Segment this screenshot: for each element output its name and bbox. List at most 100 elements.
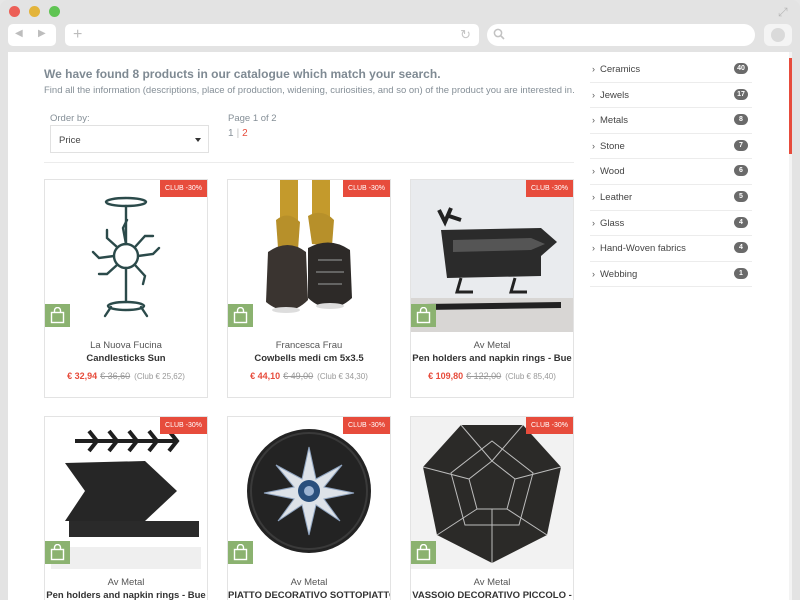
add-to-cart-button[interactable]: [228, 541, 253, 564]
results-heading: We have found 8 products in our catalogu…: [44, 67, 441, 81]
new-tab-icon[interactable]: +: [73, 26, 82, 44]
shopping-bag-icon: [233, 544, 248, 561]
add-to-cart-button[interactable]: [411, 304, 436, 327]
category-label: Webbing: [600, 268, 638, 280]
add-to-cart-button[interactable]: [45, 541, 70, 564]
club-discount-badge: CLUB -30%: [160, 180, 207, 197]
category-item-metals[interactable]: › Metals 8: [590, 108, 752, 134]
maximize-window-button[interactable]: [49, 6, 60, 17]
category-list: › Ceramics 40 › Jewels 17 › Metals 8 › Stone 7 ›…: [590, 57, 752, 288]
club-price: (Club € 25,62): [134, 372, 185, 381]
chevron-right-icon: ›: [592, 243, 595, 254]
product-name[interactable]: Candlesticks Sun: [45, 353, 207, 364]
category-count-badge: 1: [734, 267, 748, 279]
forward-button[interactable]: ▶: [38, 28, 46, 39]
product-maker: Av Metal: [473, 340, 511, 351]
product-name[interactable]: PIATTO DECORATIVO SOTTOPIATTO: [228, 590, 390, 600]
reload-icon[interactable]: ↻: [460, 27, 471, 43]
order-by-select[interactable]: Price: [50, 125, 209, 153]
fullscreen-icon[interactable]: ⤢: [778, 6, 790, 18]
add-to-cart-button[interactable]: [411, 541, 436, 564]
shopping-bag-icon: [416, 544, 431, 561]
product-maker: Av Metal: [473, 577, 511, 588]
category-label: Glass: [600, 217, 625, 229]
category-count-badge: 7: [734, 139, 748, 151]
chevron-right-icon: ›: [592, 191, 595, 202]
product-name[interactable]: Pen holders and napkin rings - Bue: [411, 353, 573, 364]
category-item-ceramics[interactable]: › Ceramics 40: [590, 57, 752, 83]
category-item-stone[interactable]: › Stone 7: [590, 134, 752, 160]
extension-icon: [771, 28, 785, 42]
product-card[interactable]: CLUB -30% Av Metal Pen holders and napki…: [44, 416, 208, 600]
product-maker: Av Metal: [107, 577, 145, 588]
chevron-right-icon: ›: [592, 89, 595, 100]
page-2-link[interactable]: 2: [242, 128, 248, 139]
current-price: € 32,94: [67, 371, 98, 381]
shopping-bag-icon: [233, 307, 248, 324]
product-name[interactable]: VASSOIO DECORATIVO PICCOLO -: [411, 590, 573, 600]
category-item-wood[interactable]: › Wood 6: [590, 159, 752, 185]
category-item-leather[interactable]: › Leather 5: [590, 185, 752, 211]
product-card[interactable]: CLUB -30% Francesca Frau Cowbells medi c…: [227, 179, 391, 398]
product-name[interactable]: Cowbells medi cm 5x3.5: [228, 353, 390, 364]
product-name[interactable]: Pen holders and napkin rings - Bue: [45, 590, 207, 600]
order-by-value: Price: [59, 135, 81, 146]
product-prices: € 109,80 € 122,00 (Club € 85,40): [411, 371, 573, 381]
browser-search-input[interactable]: [487, 24, 755, 46]
browser-toolbar: ⤢ ◀ ▶ + ↻: [0, 0, 800, 52]
pagination-label: Page 1 of 2: [228, 113, 277, 124]
close-window-button[interactable]: [9, 6, 20, 17]
category-label: Metals: [600, 115, 628, 127]
results-subheading: Find all the information (descriptions, …: [44, 85, 575, 96]
add-to-cart-button[interactable]: [228, 304, 253, 327]
original-price: € 36,60: [100, 371, 131, 381]
page-content: We have found 8 products in our catalogu…: [8, 52, 792, 600]
category-count-badge: 4: [734, 216, 748, 228]
divider: [44, 162, 574, 163]
extension-button[interactable]: [764, 24, 792, 46]
club-discount-badge: CLUB -30%: [526, 180, 573, 197]
scrollbar-thumb[interactable]: [789, 58, 792, 154]
category-count-badge: 5: [734, 190, 748, 202]
back-button[interactable]: ◀: [15, 28, 23, 39]
product-card[interactable]: CLUB -30% Av Metal VASSOIO DECORATIVO PI…: [410, 416, 574, 600]
add-to-cart-button[interactable]: [45, 304, 70, 327]
club-discount-badge: CLUB -30%: [343, 417, 390, 434]
club-discount-badge: CLUB -30%: [160, 417, 207, 434]
category-item-hand-woven-fabrics[interactable]: › Hand-Woven fabrics 4: [590, 236, 752, 262]
product-maker: Francesca Frau: [275, 340, 343, 351]
current-price: € 109,80: [428, 371, 464, 381]
page-1-link[interactable]: 1: [228, 128, 234, 139]
club-discount-badge: CLUB -30%: [526, 417, 573, 434]
shopping-bag-icon: [50, 544, 65, 561]
chevron-right-icon: ›: [592, 217, 595, 228]
original-price: € 49,00: [283, 371, 314, 381]
shopping-bag-icon: [416, 307, 431, 324]
search-icon: [493, 28, 505, 40]
category-item-jewels[interactable]: › Jewels 17: [590, 83, 752, 109]
pagination: 1 | 2: [228, 128, 248, 139]
chevron-right-icon: ›: [592, 166, 595, 177]
shopping-bag-icon: [50, 307, 65, 324]
category-item-webbing[interactable]: › Webbing 1: [590, 262, 752, 288]
product-prices: € 44,10 € 49,00 (Club € 34,30): [228, 371, 390, 381]
category-count-badge: 8: [734, 114, 748, 126]
club-price: (Club € 34,30): [317, 372, 368, 381]
address-bar[interactable]: + ↻: [65, 24, 479, 46]
category-label: Leather: [600, 191, 633, 203]
category-label: Ceramics: [600, 64, 641, 75]
category-label: Stone: [600, 140, 625, 152]
category-count-badge: 40: [734, 63, 748, 74]
scrollbar[interactable]: [789, 52, 792, 600]
minimize-window-button[interactable]: [29, 6, 40, 17]
category-label: Wood: [600, 166, 625, 178]
category-item-glass[interactable]: › Glass 4: [590, 211, 752, 237]
product-card[interactable]: CLUB -30% La Nuova Fucina Candlesticks S…: [44, 179, 208, 398]
club-price: (Club € 85,40): [505, 372, 556, 381]
chevron-down-icon: [195, 138, 201, 142]
chevron-right-icon: ›: [592, 140, 595, 151]
category-count-badge: 4: [734, 242, 748, 254]
product-maker: Av Metal: [290, 577, 328, 588]
product-card[interactable]: CLUB -30% Av Metal Pen holders and napki…: [410, 179, 574, 398]
product-card[interactable]: CLUB -30% Av Metal PIATTO DECORATIVO SOT…: [227, 416, 391, 600]
